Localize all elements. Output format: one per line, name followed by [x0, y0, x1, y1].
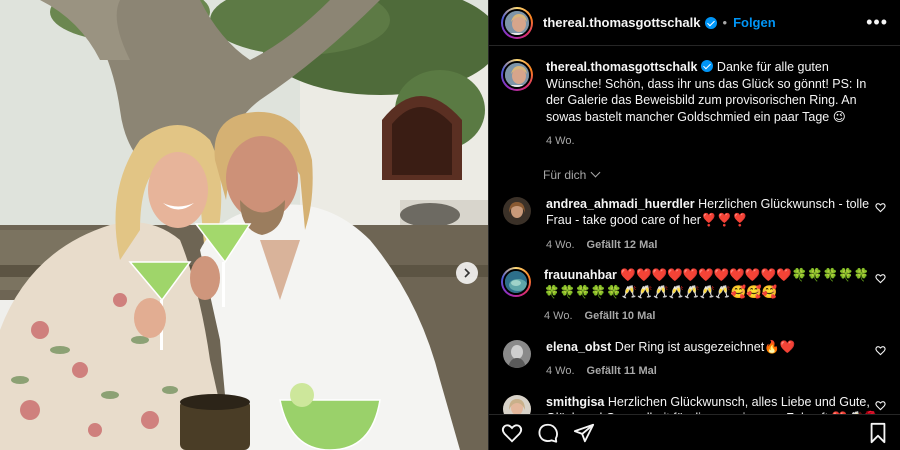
verified-badge-icon [704, 16, 717, 29]
comment-text: Der Ring ist ausgezeichnet🔥❤️ [614, 339, 796, 354]
heart-icon[interactable] [875, 400, 886, 411]
comment-item: frauunahbar ❤️❤️❤️❤️❤️❤️❤️❤️❤️❤️❤️🍀🍀🍀🍀🍀🍀… [501, 267, 886, 325]
follow-button[interactable]: Folgen [733, 15, 776, 30]
like-button[interactable] [501, 422, 523, 444]
comment-item: elena_obst Der Ring ist ausgezeichnet🔥❤️… [501, 339, 886, 380]
heart-icon [501, 423, 523, 443]
comment-time[interactable]: 4 Wo. [546, 365, 575, 377]
comment-time[interactable]: 4 Wo. [546, 239, 575, 251]
avatar-image [503, 394, 531, 414]
comments-scroll-area[interactable]: thereal.thomasgottschalk Danke für alle … [489, 47, 900, 414]
commenter-avatar[interactable] [503, 394, 531, 414]
post-side-panel: thereal.thomasgottschalk • Folgen ••• th… [488, 0, 900, 450]
comment-username[interactable]: elena_obst [546, 340, 611, 354]
comment-likes[interactable]: Gefällt 12 Mal [587, 239, 658, 251]
comment-time[interactable]: 4 Wo. [544, 310, 573, 322]
comment-filter-dropdown[interactable]: Für dich [543, 168, 886, 182]
avatar-image [503, 196, 531, 225]
paper-plane-icon [573, 423, 595, 442]
author-avatar[interactable] [501, 6, 533, 39]
post-caption: thereal.thomasgottschalk Danke für alle … [501, 59, 886, 150]
verified-badge-icon [701, 60, 714, 72]
separator: • [722, 15, 728, 30]
avatar-image [505, 271, 527, 293]
comment-likes[interactable]: Gefällt 10 Mal [585, 310, 656, 322]
avatar-image [503, 339, 531, 368]
comment-item: smithgisa Herzlichen Glückwunsch, alles … [501, 394, 886, 414]
commenter-avatar[interactable] [501, 267, 531, 297]
comment-button[interactable] [537, 422, 559, 444]
chevron-down-icon [590, 167, 601, 178]
filter-label: Für dich [543, 167, 587, 182]
caption-timestamp[interactable]: 4 Wo. [546, 133, 881, 150]
heart-icon[interactable] [875, 345, 886, 356]
comment-item: andrea_ahmadi_huerdler Herzlichen Glückw… [501, 196, 886, 254]
comment-username[interactable]: smithgisa [546, 395, 604, 409]
post-photo[interactable] [0, 0, 488, 450]
next-photo-button[interactable] [456, 262, 478, 284]
avatar-image [505, 63, 529, 87]
comment-likes[interactable]: Gefällt 11 Mal [587, 365, 657, 377]
bookmark-icon [870, 422, 886, 443]
chevron-right-icon [464, 268, 471, 278]
heart-icon[interactable] [875, 273, 886, 284]
author-username[interactable]: thereal.thomasgottschalk [543, 15, 701, 30]
comment-username[interactable]: andrea_ahmadi_huerdler [546, 197, 695, 211]
share-button[interactable] [573, 422, 595, 444]
more-options-icon[interactable]: ••• [866, 13, 888, 31]
avatar-image [505, 10, 529, 35]
save-button[interactable] [868, 422, 888, 444]
commenter-avatar[interactable] [503, 339, 531, 368]
commenter-avatar[interactable] [503, 196, 531, 225]
comment-username[interactable]: frauunahbar [544, 268, 617, 282]
post-actions-bar [489, 414, 900, 450]
comment-icon [538, 423, 558, 443]
photo-illustration [0, 0, 488, 450]
post-header: thereal.thomasgottschalk • Folgen ••• [489, 0, 900, 46]
heart-icon[interactable] [875, 202, 886, 213]
caption-username[interactable]: thereal.thomasgottschalk [546, 60, 697, 74]
caption-avatar[interactable] [501, 59, 533, 91]
